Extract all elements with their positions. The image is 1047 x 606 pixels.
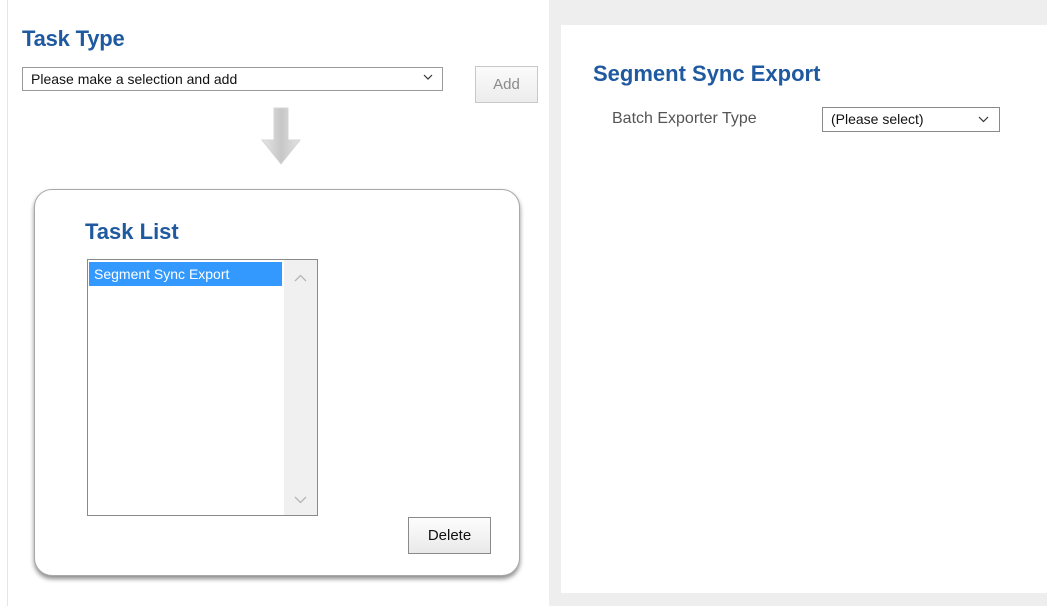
- task-list-title: Task List: [85, 219, 179, 244]
- chevron-down-icon: [978, 116, 989, 123]
- listbox-scrollbar[interactable]: [284, 260, 317, 515]
- delete-button[interactable]: Delete: [408, 517, 491, 554]
- batch-exporter-select-value: (Please select): [831, 111, 924, 127]
- batch-exporter-select[interactable]: (Please select): [822, 107, 1000, 132]
- right-panel: [549, 0, 1047, 606]
- task-listbox[interactable]: Segment Sync Export: [87, 259, 318, 516]
- down-arrow-icon: [260, 107, 302, 165]
- scroll-down-icon[interactable]: [294, 496, 307, 504]
- task-type-select-value: Please make a selection and add: [31, 71, 238, 87]
- detail-title: Segment Sync Export: [593, 61, 821, 86]
- batch-exporter-label: Batch Exporter Type: [612, 110, 757, 127]
- chevron-down-icon: [423, 74, 433, 80]
- left-panel: Task Type Please make a selection and ad…: [0, 0, 548, 606]
- task-type-select[interactable]: Please make a selection and add: [22, 67, 443, 91]
- task-type-title: Task Type: [22, 26, 125, 51]
- list-item[interactable]: Segment Sync Export: [89, 262, 282, 286]
- scroll-up-icon[interactable]: [294, 274, 307, 282]
- add-button[interactable]: Add: [475, 66, 538, 103]
